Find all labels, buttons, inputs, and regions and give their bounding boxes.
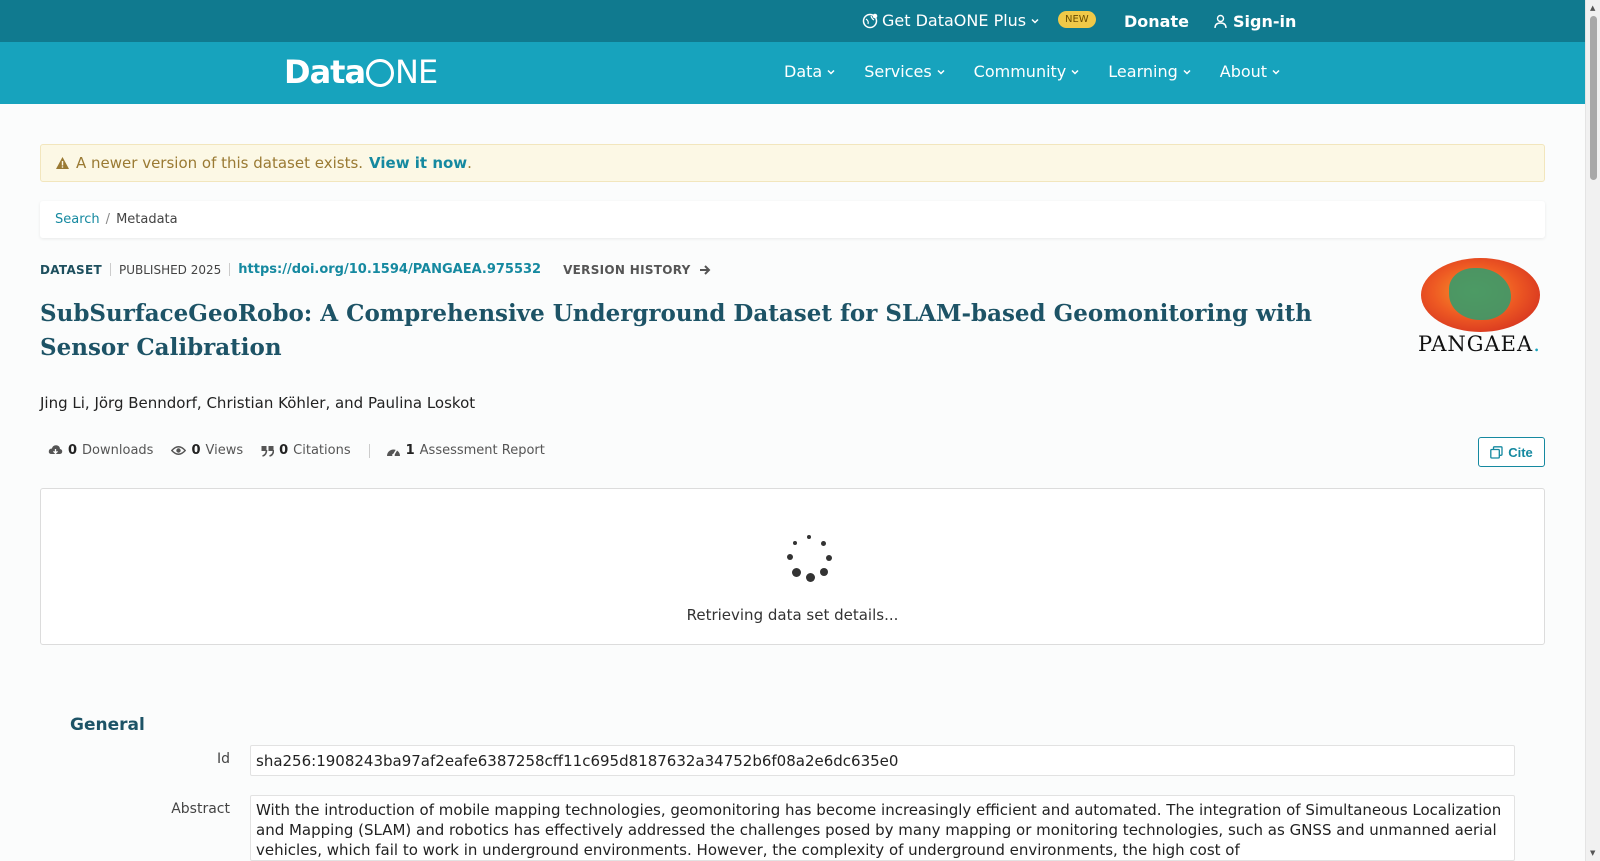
cloud-download-icon bbox=[48, 445, 63, 455]
downloads-count: 0 bbox=[68, 443, 78, 458]
downloads-metric[interactable]: 0 Downloads bbox=[48, 443, 153, 458]
abstract-field-label: Abstract bbox=[171, 801, 230, 817]
nav-item-data[interactable]: Data bbox=[784, 62, 836, 81]
globe-plus-icon bbox=[862, 13, 878, 28]
pangaea-wordmark: PANGAEA. bbox=[1418, 332, 1541, 356]
nav-item-label: Services bbox=[864, 62, 932, 81]
assessment-report-metric[interactable]: 1 Assessment Report bbox=[386, 443, 545, 458]
nav-item-learning[interactable]: Learning bbox=[1108, 62, 1191, 81]
breadcrumb-search-link[interactable]: Search bbox=[55, 212, 100, 227]
chevron-down-icon bbox=[827, 69, 835, 75]
doi-link[interactable]: https://doi.org/10.1594/PANGAEA.975532 bbox=[238, 262, 541, 277]
divider bbox=[368, 443, 370, 458]
warning-icon bbox=[56, 157, 69, 169]
alert-suffix: . bbox=[467, 154, 472, 172]
id-field-label: Id bbox=[216, 751, 230, 767]
abstract-field-value: With the introduction of mobile mapping … bbox=[250, 795, 1515, 861]
views-count: 0 bbox=[191, 443, 201, 458]
chevron-down-icon bbox=[1071, 69, 1079, 75]
breadcrumb-current: Metadata bbox=[116, 212, 178, 227]
breadcrumb: Search / Metadata bbox=[40, 201, 1545, 238]
nav-menu: Data Services Community Learning About bbox=[784, 62, 1281, 81]
dashboard-gauge-icon bbox=[386, 449, 400, 456]
chevron-down-icon bbox=[937, 69, 945, 75]
nav-item-community[interactable]: Community bbox=[974, 62, 1081, 81]
view-newer-version-link[interactable]: View it now bbox=[369, 154, 467, 172]
chevron-down-icon bbox=[1272, 69, 1280, 75]
chevron-down-icon bbox=[1183, 69, 1191, 75]
nav-item-label: About bbox=[1219, 62, 1268, 81]
published-year: PUBLISHED 2025 bbox=[118, 262, 222, 277]
id-field-value: sha256:1908243ba97af2eafe6387258cff11c69… bbox=[250, 745, 1515, 776]
newer-version-alert: A newer version of this dataset exists. … bbox=[40, 144, 1545, 182]
eye-icon bbox=[171, 446, 187, 455]
views-metric[interactable]: 0 Views bbox=[171, 443, 243, 458]
pangaea-globe-icon bbox=[1421, 258, 1540, 332]
logo-text-ne: NE bbox=[395, 53, 438, 91]
nav-item-label: Data bbox=[784, 62, 823, 81]
nav-item-label: Learning bbox=[1108, 62, 1178, 81]
new-badge: NEW bbox=[1058, 11, 1096, 28]
breadcrumb-separator: / bbox=[105, 212, 111, 227]
cite-label: Cite bbox=[1508, 444, 1533, 460]
citations-label: Citations bbox=[293, 443, 351, 458]
quote-icon bbox=[261, 445, 275, 457]
globe-logo-icon bbox=[366, 59, 395, 87]
main-navbar: Data NE Data Services Community Learning… bbox=[0, 42, 1585, 104]
sign-in-label: Sign-in bbox=[1233, 12, 1297, 31]
loading-spinner-icon bbox=[786, 535, 834, 583]
pangaea-repository-logo[interactable]: PANGAEA. bbox=[1418, 256, 1548, 360]
copy-icon bbox=[1490, 445, 1503, 459]
alert-text: A newer version of this dataset exists. bbox=[76, 154, 364, 172]
dataset-meta-row: DATASET PUBLISHED 2025 https://doi.org/1… bbox=[40, 262, 711, 277]
arrow-right-icon bbox=[699, 264, 711, 275]
dataset-title: SubSurfaceGeoRobo: A Comprehensive Under… bbox=[40, 300, 1312, 361]
nav-item-services[interactable]: Services bbox=[864, 62, 945, 81]
version-history-label: VERSION HISTORY bbox=[563, 262, 691, 277]
logo-text-data: Data bbox=[284, 53, 366, 91]
general-section-heading: General bbox=[70, 715, 145, 735]
dataone-logo[interactable]: Data NE bbox=[284, 53, 438, 91]
version-history-link[interactable]: VERSION HISTORY bbox=[563, 263, 711, 277]
scroll-down-arrow-icon[interactable]: ▼ bbox=[1590, 849, 1595, 857]
nav-item-label: Community bbox=[973, 62, 1067, 81]
divider bbox=[109, 263, 111, 276]
top-utility-bar: Get DataONE Plus NEW Donate Sign-in bbox=[0, 0, 1585, 42]
nav-item-about[interactable]: About bbox=[1220, 62, 1281, 81]
dataset-type-label: DATASET bbox=[40, 262, 102, 277]
cite-button[interactable]: Cite bbox=[1478, 437, 1545, 467]
donate-link[interactable]: Donate bbox=[1124, 12, 1189, 31]
assessment-count: 1 bbox=[405, 443, 415, 458]
scrollbar-thumb[interactable] bbox=[1590, 16, 1597, 180]
loading-panel: Retrieving data set details... bbox=[40, 488, 1545, 645]
get-dataone-plus-menu[interactable]: Get DataONE Plus bbox=[862, 11, 1040, 30]
user-icon bbox=[1214, 14, 1227, 29]
citations-count: 0 bbox=[279, 443, 289, 458]
loading-message: Retrieving data set details... bbox=[686, 606, 899, 624]
scroll-up-arrow-icon[interactable]: ▲ bbox=[1590, 4, 1595, 12]
dataset-authors: Jing Li, Jörg Benndorf, Christian Köhler… bbox=[40, 394, 476, 412]
pangaea-name: PANGAEA bbox=[1418, 332, 1534, 356]
pangaea-dot: . bbox=[1533, 332, 1541, 356]
chevron-down-icon bbox=[1031, 18, 1039, 24]
get-dataone-plus-label: Get DataONE Plus bbox=[882, 11, 1027, 30]
dataset-metrics: 0 Downloads 0 Views 0 Citations 1 Assess… bbox=[48, 443, 563, 458]
page-scrollbar[interactable]: ▲ ▼ bbox=[1585, 0, 1600, 861]
citations-metric[interactable]: 0 Citations bbox=[261, 443, 351, 458]
views-label: Views bbox=[205, 443, 244, 458]
assessment-label: Assessment Report bbox=[419, 443, 545, 458]
sign-in-link[interactable]: Sign-in bbox=[1213, 12, 1296, 31]
downloads-label: Downloads bbox=[82, 443, 154, 458]
divider bbox=[229, 263, 231, 276]
